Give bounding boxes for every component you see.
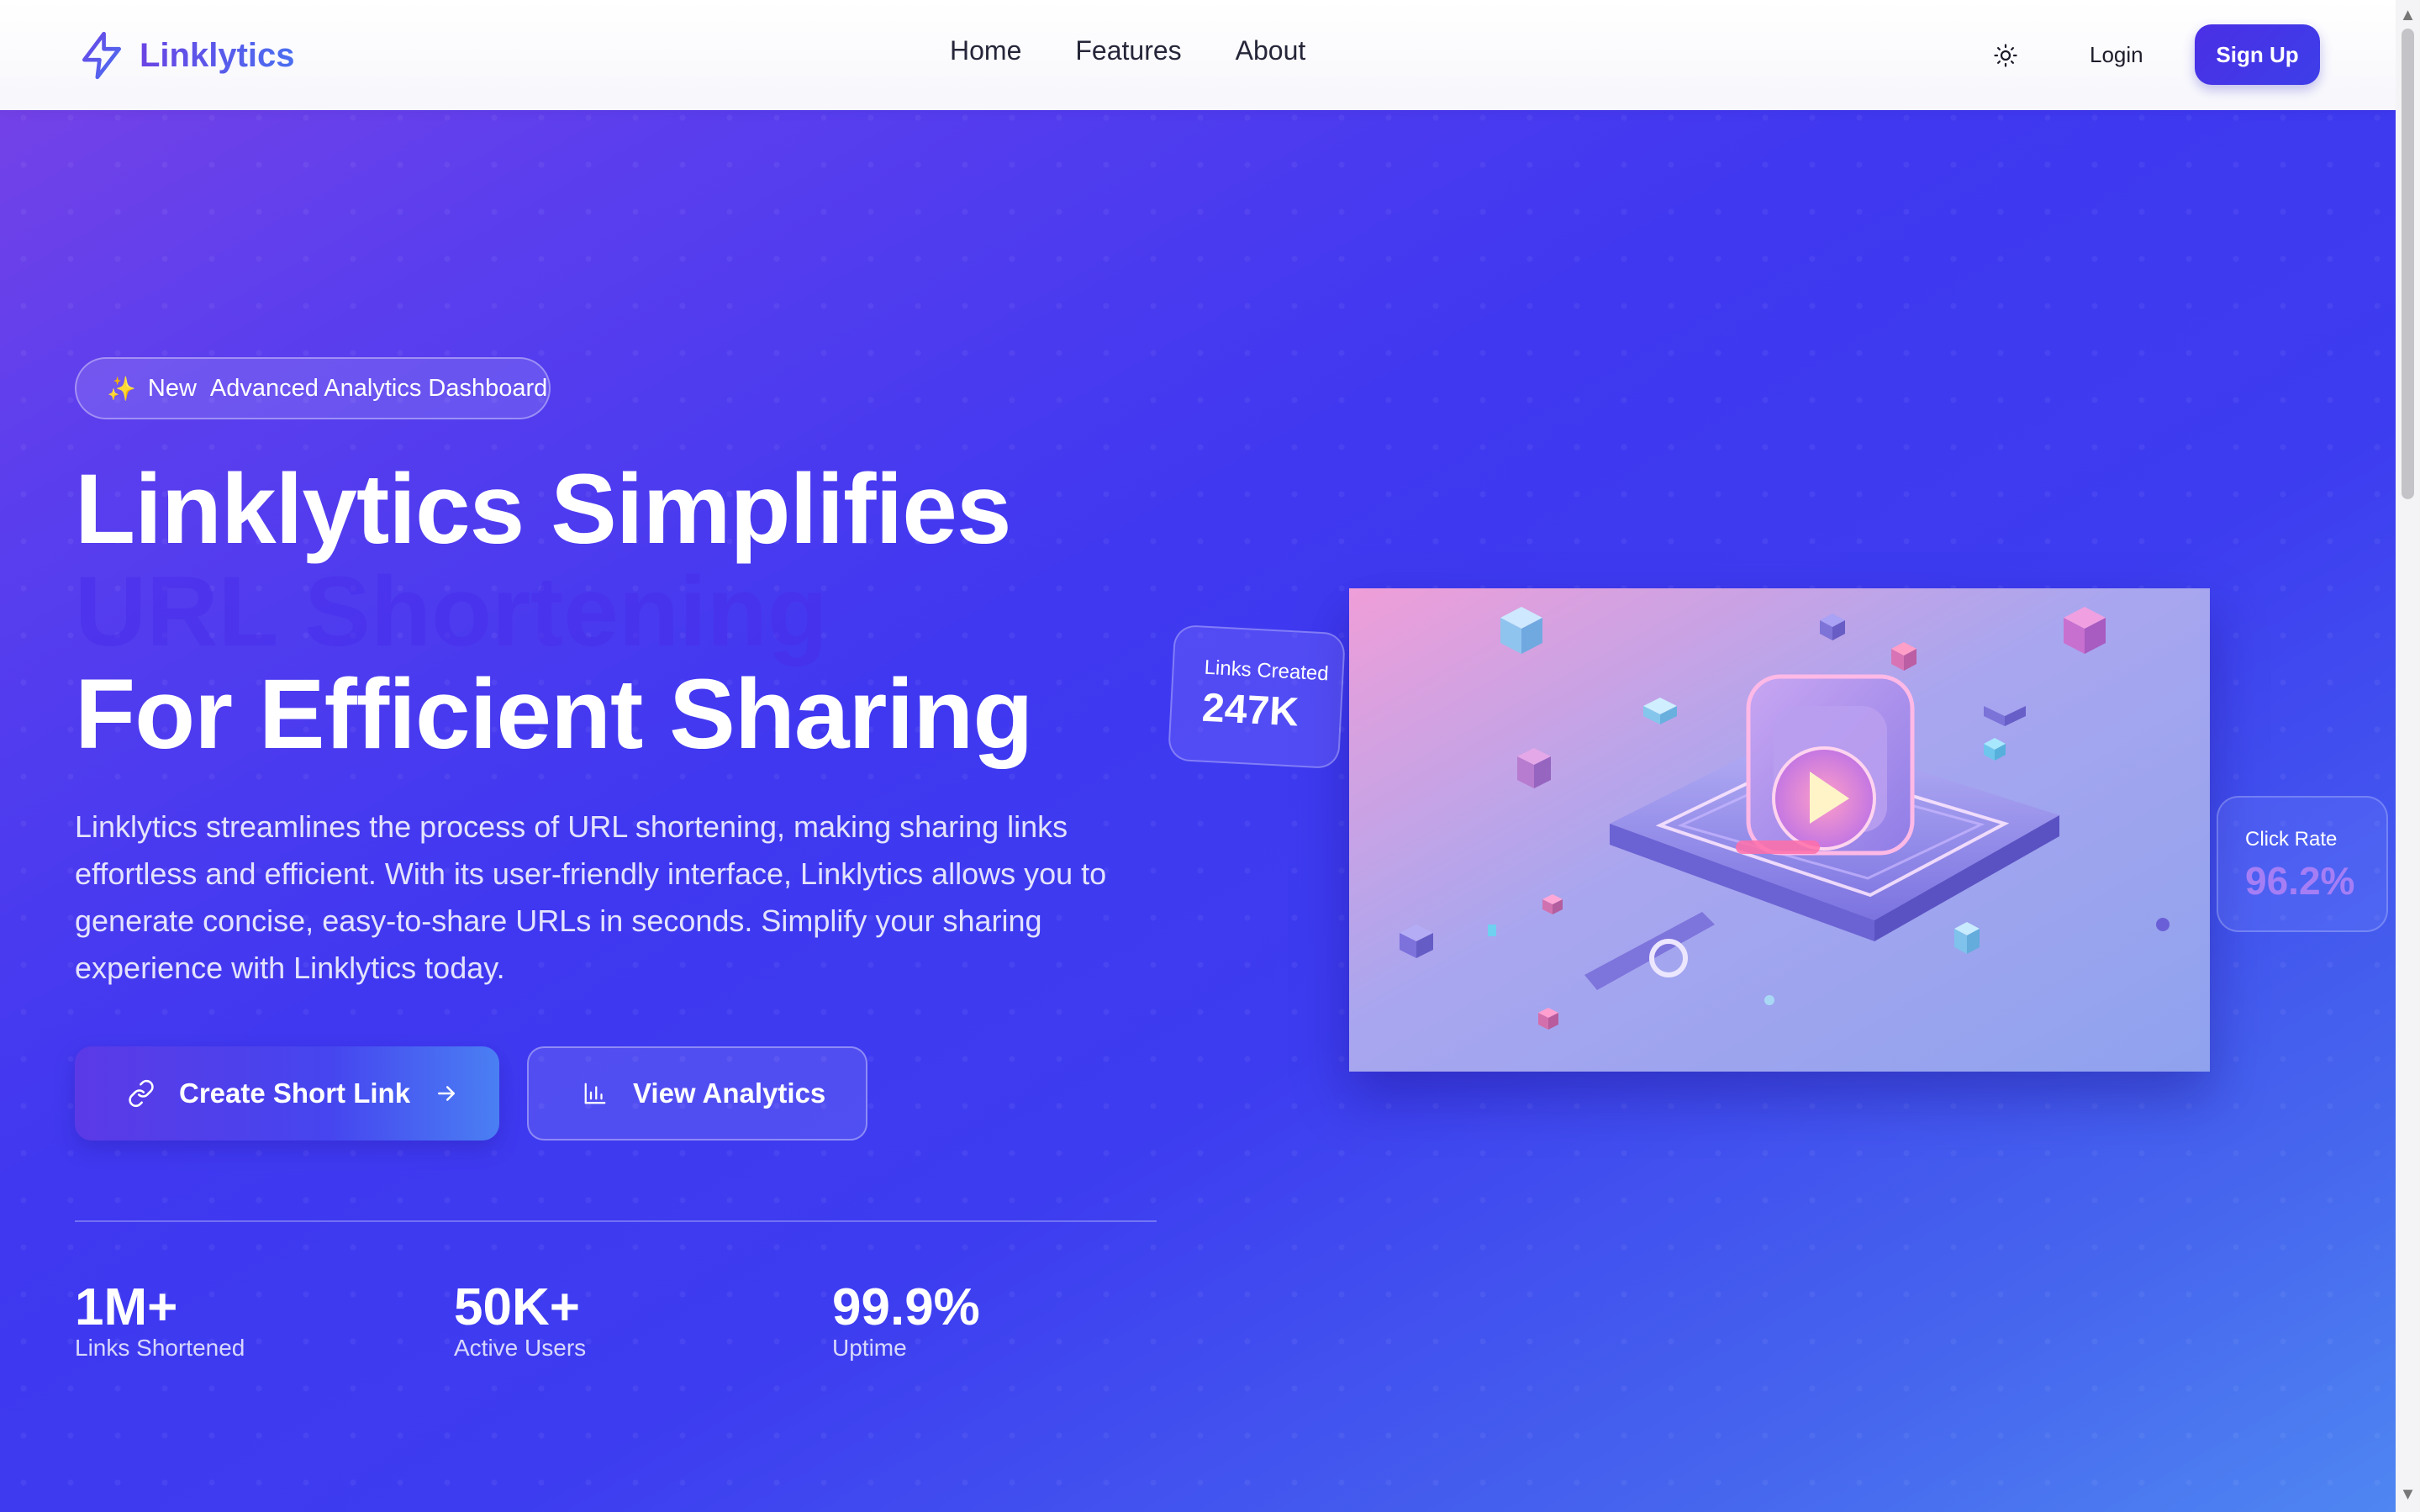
nav-home[interactable]: Home bbox=[950, 35, 1021, 66]
headline-line-1: Linklytics Simplifies bbox=[75, 454, 1011, 565]
announcement-badge[interactable]: ✨ New Advanced Analytics Dashboard bbox=[75, 357, 551, 419]
headline-line-3: For Efficient Sharing bbox=[75, 659, 1033, 770]
hero-description: Linklytics streamlines the process of UR… bbox=[75, 809, 1107, 985]
links-created-value: 247K bbox=[1200, 685, 1300, 735]
view-analytics-label: View Analytics bbox=[633, 1077, 826, 1109]
stat-value: 1M+ bbox=[75, 1278, 178, 1336]
scrollbar-thumb[interactable] bbox=[2402, 29, 2414, 499]
scroll-down-arrow-icon[interactable]: ▼ bbox=[2396, 1486, 2420, 1503]
main-nav: Home Features About bbox=[950, 35, 1305, 66]
badge-text: Advanced Analytics Dashboard bbox=[209, 374, 548, 402]
page-scrollbar[interactable]: ▲ ▼ bbox=[2396, 0, 2420, 1512]
bar-chart-icon bbox=[584, 1083, 606, 1104]
brand-name: Linklytics bbox=[140, 36, 295, 74]
stat-label: Active Users bbox=[454, 1335, 587, 1361]
login-link[interactable]: Login bbox=[2090, 42, 2143, 68]
create-short-link-button[interactable]: Create Short Link bbox=[75, 1046, 499, 1141]
nav-features[interactable]: Features bbox=[1075, 35, 1181, 66]
stats-divider bbox=[75, 1220, 1157, 1222]
click-rate-title: Click Rate bbox=[2245, 828, 2338, 851]
click-rate-card: Click Rate 96.2% bbox=[2217, 796, 2388, 932]
click-rate-value: 96.2% bbox=[2245, 859, 2355, 903]
stat-label: Links Shortened bbox=[75, 1335, 245, 1361]
headline-line-2: URL Shortening bbox=[75, 556, 828, 667]
brand-logo[interactable]: Linklytics bbox=[76, 28, 295, 83]
arrow-right-icon bbox=[438, 1086, 456, 1101]
nav-about[interactable]: About bbox=[1236, 35, 1306, 66]
hero-illustration bbox=[1349, 588, 2210, 1072]
theme-toggle-button[interactable] bbox=[1989, 39, 2022, 72]
view-analytics-button[interactable]: View Analytics bbox=[527, 1046, 867, 1141]
scroll-up-arrow-icon[interactable]: ▲ bbox=[2396, 7, 2420, 24]
hero-headline: Linklytics Simplifies URL Shortening For… bbox=[75, 454, 1033, 770]
signup-button[interactable]: Sign Up bbox=[2195, 24, 2320, 85]
stat-links-shortened: 1M+ Links Shortened bbox=[75, 1278, 245, 1362]
link-icon bbox=[129, 1079, 154, 1108]
badge-new-label: New bbox=[147, 374, 197, 402]
page: Linklytics Home Features About Login Sig… bbox=[0, 0, 2396, 1512]
stat-value: 50K+ bbox=[454, 1278, 580, 1336]
create-short-link-label: Create Short Link bbox=[179, 1077, 411, 1109]
stat-label: Uptime bbox=[832, 1335, 907, 1361]
stat-value: 99.9% bbox=[832, 1278, 980, 1336]
links-created-card: Links Created 247K bbox=[1167, 624, 1347, 770]
navbar: Linklytics Home Features About Login Sig… bbox=[0, 0, 2396, 110]
stat-active-users: 50K+ Active Users bbox=[454, 1278, 586, 1362]
stat-uptime: 99.9% Uptime bbox=[832, 1278, 980, 1362]
sun-icon bbox=[1994, 44, 2017, 67]
links-created-title: Links Created bbox=[1204, 656, 1330, 686]
sparkles-icon: ✨ bbox=[107, 375, 136, 402]
lightning-bolt-icon bbox=[82, 31, 121, 80]
